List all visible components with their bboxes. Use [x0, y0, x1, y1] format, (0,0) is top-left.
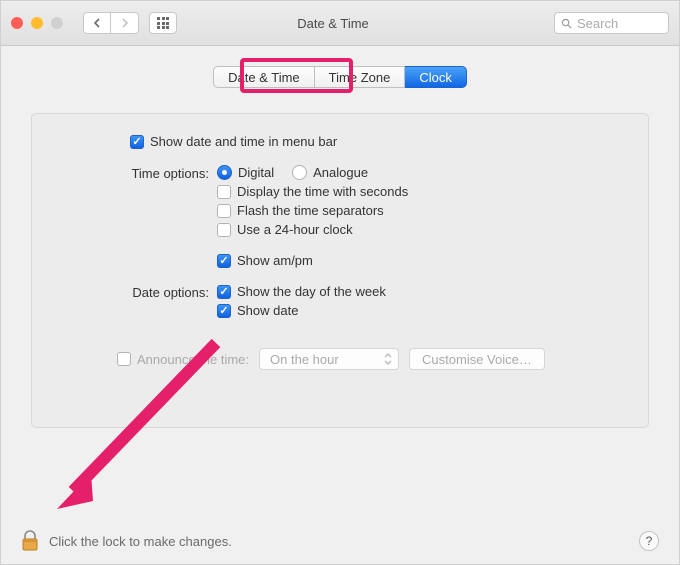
checkbox-display-seconds[interactable]: Display the time with seconds	[217, 184, 408, 199]
radio-digital[interactable]: Digital	[217, 165, 274, 180]
lock-icon	[21, 530, 39, 552]
traffic-lights	[11, 17, 63, 29]
checkbox-show-dow[interactable]: ✓ Show the day of the week	[217, 284, 386, 299]
checkbox-24h-clock[interactable]: Use a 24-hour clock	[217, 222, 408, 237]
label-date-options: Date options:	[52, 284, 217, 300]
window-toolbar: Date & Time Search	[1, 1, 679, 46]
label-time-options: Time options:	[52, 165, 217, 181]
zoom-window-button	[51, 17, 63, 29]
tab-bar: Date & Time Time Zone Clock	[213, 66, 467, 88]
chevron-left-icon	[93, 18, 101, 28]
radio-analogue[interactable]: Analogue	[292, 165, 368, 180]
checkbox-show-ampm[interactable]: ✓ Show am/pm	[217, 253, 408, 268]
search-input[interactable]: Search	[554, 12, 669, 34]
popup-announce-interval: On the hour	[259, 348, 399, 370]
search-placeholder: Search	[577, 16, 618, 31]
close-window-button[interactable]	[11, 17, 23, 29]
footer: Click the lock to make changes. ?	[21, 530, 659, 552]
window-title: Date & Time	[122, 16, 544, 31]
checkbox-flash-separators[interactable]: Flash the time separators	[217, 203, 408, 218]
back-button[interactable]	[83, 12, 111, 34]
lock-button[interactable]	[21, 530, 39, 552]
settings-panel: ✓ Show date and time in menu bar Time op…	[31, 113, 649, 428]
tab-time-zone[interactable]: Time Zone	[315, 66, 406, 88]
checkbox-show-date[interactable]: ✓ Show date	[217, 303, 386, 318]
search-icon	[561, 18, 572, 29]
tab-clock[interactable]: Clock	[405, 66, 467, 88]
tab-date-time[interactable]: Date & Time	[213, 66, 315, 88]
label-show-menubar: Show date and time in menu bar	[150, 134, 337, 149]
content-area: Date & Time Time Zone Clock ✓ Show date …	[1, 46, 679, 428]
updown-icon	[384, 353, 392, 365]
checkbox-announce-time[interactable]: Announce the time:	[117, 352, 249, 367]
lock-text: Click the lock to make changes.	[49, 534, 232, 549]
minimize-window-button[interactable]	[31, 17, 43, 29]
checkbox-show-menubar[interactable]: ✓ Show date and time in menu bar	[130, 134, 337, 149]
button-customise-voice: Customise Voice…	[409, 348, 545, 370]
help-button[interactable]: ?	[639, 531, 659, 551]
